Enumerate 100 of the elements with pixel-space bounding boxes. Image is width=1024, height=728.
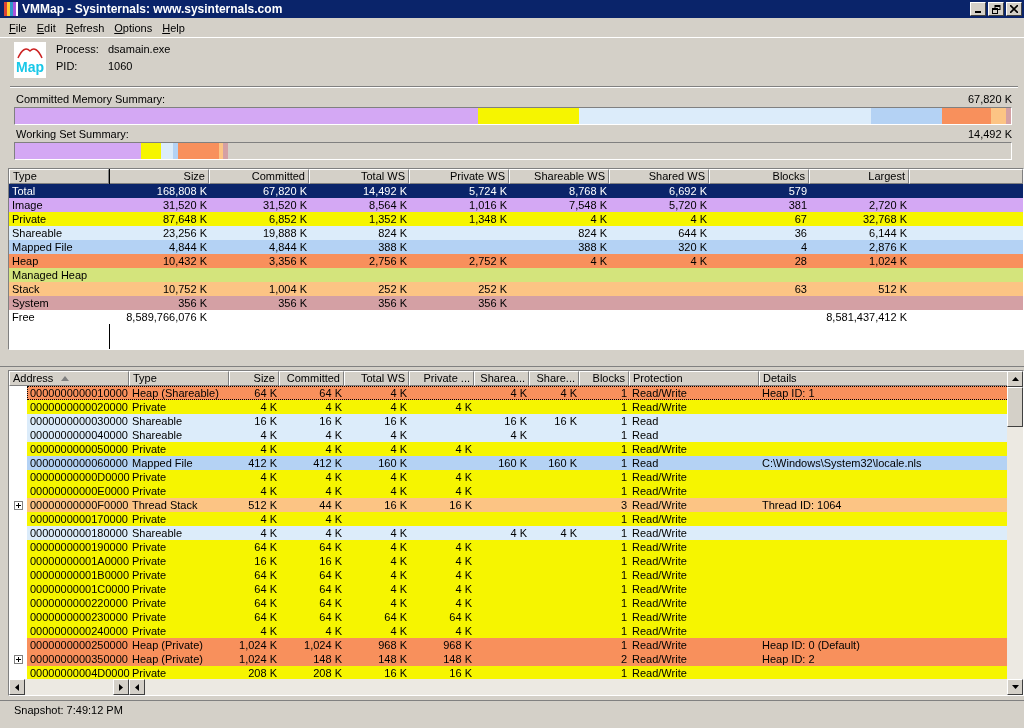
expand-icon[interactable] xyxy=(13,500,23,510)
table-row[interactable]: 00000000000F0000 Thread Stack 512 K 44 K 16 K 16 K 3 Read/Write Thread ID: 1064 xyxy=(27,498,1007,512)
table-cell-text: 4 K xyxy=(454,624,473,638)
column-header[interactable]: Shareable WS xyxy=(509,169,609,184)
column-header[interactable]: Details xyxy=(759,371,1007,386)
table-cell-text: 8,589,766,076 K xyxy=(125,310,208,324)
scroll-down-icon[interactable] xyxy=(1011,685,1019,689)
table-cell-text: 10,432 K xyxy=(161,254,208,268)
table-cell-text: 4 K xyxy=(454,484,473,498)
menu-item[interactable]: Edit xyxy=(31,21,61,34)
table-cell-text: 4 K xyxy=(454,442,473,456)
column-header[interactable]: Private ... xyxy=(409,371,474,386)
scroll-thumb[interactable] xyxy=(1007,387,1023,427)
column-header[interactable]: Blocks xyxy=(709,169,809,184)
table-row[interactable]: Managed Heap xyxy=(9,268,1023,282)
column-header[interactable]: Total WS xyxy=(344,371,409,386)
minimize-button[interactable] xyxy=(970,2,986,16)
expand-icon[interactable] xyxy=(13,654,23,664)
table-cell-text: Image xyxy=(11,198,44,212)
scroll-bar[interactable] xyxy=(9,679,129,695)
column-header[interactable]: Blocks xyxy=(579,371,629,386)
table-row[interactable]: 0000000000190000 Private 64 K 64 K 4 K 4 K 1 Read/Write xyxy=(27,540,1007,554)
column-header[interactable]: Sharea... xyxy=(474,371,529,386)
table-cell-text: 00000000004D0000 xyxy=(29,666,129,679)
table-cell-text: Heap xyxy=(11,254,40,268)
table-cell-text: 2 xyxy=(619,652,628,666)
column-header[interactable]: Protection xyxy=(629,371,759,386)
table-row[interactable]: Mapped File 4,844 K 4,844 K 388 K 388 K 320 K 4 2,876 K xyxy=(9,240,1023,254)
scroll-up-icon[interactable] xyxy=(1011,377,1019,381)
scroll-bar[interactable] xyxy=(129,679,1007,695)
table-row[interactable]: 0000000000230000 Private 64 K 64 K 64 K 64 K 1 Read/Write xyxy=(27,610,1007,624)
table-row[interactable]: System 356 K 356 K 356 K 356 K xyxy=(9,296,1023,310)
table-row[interactable]: Heap 10,432 K 3,356 K 2,756 K 2,752 K 4 K 4 K 28 1,024 K xyxy=(9,254,1023,268)
table-cell-text: 1 xyxy=(619,638,628,652)
column-header[interactable]: Share... xyxy=(529,371,579,386)
table-cell-text: 168,808 K xyxy=(155,184,208,198)
table-row[interactable]: Total 168,808 K 67,820 K 14,492 K 5,724 K 8,768 K 6,692 K 579 xyxy=(9,184,1023,198)
table-row[interactable]: 0000000000010000 Heap (Shareable) 64 K 64 K 4 K 4 K 4 K 1 Read/Write Heap ID: 1 xyxy=(27,386,1007,400)
table-cell-text: 968 K xyxy=(377,638,408,652)
table-row[interactable]: 0000000000250000 Heap (Private) 1,024 K 1,024 K 968 K 968 K 1 Read/Write Heap ID: 0 (Default) xyxy=(27,638,1007,652)
table-cell-text: 1 xyxy=(619,470,628,484)
table-row[interactable]: 00000000000E0000 Private 4 K 4 K 4 K 4 K 1 Read/Write xyxy=(27,484,1007,498)
table-cell-text: 4 K xyxy=(324,428,343,442)
table-cell-text: Read/Write xyxy=(631,484,688,498)
table-row[interactable]: Shareable 23,256 K 19,888 K 824 K 824 K 644 K 36 6,144 K xyxy=(9,226,1023,240)
table-row[interactable]: 0000000000350000 Heap (Private) 1,024 K 148 K 148 K 148 K 2 Read/Write Heap ID: 2 xyxy=(27,652,1007,666)
column-header[interactable]: Largest xyxy=(809,169,909,184)
window-title: VMMap - Sysinternals: www.sysinternals.com xyxy=(22,2,284,16)
column-header[interactable]: Shared WS xyxy=(609,169,709,184)
column-header[interactable]: Committed xyxy=(279,371,344,386)
table-cell-text: 14,492 K xyxy=(361,184,408,198)
table-cell-text: 64 K xyxy=(253,610,278,624)
table-row[interactable]: 0000000000030000 Shareable 16 K 16 K 16 K 16 K 16 K 1 Read xyxy=(27,414,1007,428)
table-cell-text: Read/Write xyxy=(631,568,688,582)
table-cell-text: Heap (Shareable) xyxy=(131,386,220,400)
table-row[interactable]: 0000000000170000 Private 4 K 4 K 1 Read/Write xyxy=(27,512,1007,526)
table-cell-text: 4 K xyxy=(389,540,408,554)
summary-total: 14,492 K xyxy=(967,128,1012,140)
scroll-left-icon[interactable] xyxy=(135,683,139,691)
table-row[interactable]: 0000000000220000 Private 64 K 64 K 4 K 4 K 1 Read/Write xyxy=(27,596,1007,610)
table-cell-text: 356 K xyxy=(477,296,508,310)
table-cell-text: 0000000000350000 xyxy=(29,652,129,666)
column-header[interactable]: Type xyxy=(9,169,109,184)
table-cell-text: 1 xyxy=(619,582,628,596)
scroll-left-icon[interactable] xyxy=(15,683,19,691)
table-row[interactable]: 0000000000240000 Private 4 K 4 K 4 K 4 K 1 Read/Write xyxy=(27,624,1007,638)
column-header[interactable]: Type xyxy=(129,371,229,386)
scroll-bar[interactable] xyxy=(1007,371,1023,695)
column-header[interactable]: Address xyxy=(9,371,129,386)
table-row[interactable]: 0000000000180000 Shareable 4 K 4 K 4 K 4 K 4 K 1 Read/Write xyxy=(27,526,1007,540)
table-cell-text: Mapped File xyxy=(131,456,194,470)
table-cell-text: 8,768 K xyxy=(568,184,608,198)
table-row[interactable]: 00000000001C0000 Private 64 K 64 K 4 K 4 K 1 Read/Write xyxy=(27,582,1007,596)
column-header[interactable]: Committed xyxy=(209,169,309,184)
column-header[interactable]: Size xyxy=(229,371,279,386)
table-row[interactable]: Image 31,520 K 31,520 K 8,564 K 1,016 K 7,548 K 5,720 K 381 2,720 K xyxy=(9,198,1023,212)
table-row[interactable]: 0000000000050000 Private 4 K 4 K 4 K 4 K 1 Read/Write xyxy=(27,442,1007,456)
column-header[interactable]: Total WS xyxy=(309,169,409,184)
scroll-right-icon[interactable] xyxy=(119,683,123,691)
menu-item[interactable]: Refresh xyxy=(60,21,110,34)
table-row[interactable]: 00000000001A0000 Private 16 K 16 K 4 K 4 K 1 Read/Write xyxy=(27,554,1007,568)
table-row[interactable]: 00000000000D0000 Private 4 K 4 K 4 K 4 K 1 Read/Write xyxy=(27,470,1007,484)
table-cell-text: Private xyxy=(131,512,168,526)
menu-item[interactable]: Help xyxy=(157,21,190,34)
table-row[interactable]: Stack 10,752 K 1,004 K 252 K 252 K 63 512 K xyxy=(9,282,1023,296)
close-button[interactable] xyxy=(1006,2,1022,16)
menu-item[interactable]: File xyxy=(4,21,32,34)
table-row[interactable]: 00000000004D0000 Private 208 K 208 K 16 K 16 K 1 Read/Write xyxy=(27,666,1007,679)
table-row[interactable]: 0000000000040000 Shareable 4 K 4 K 4 K 4 K 1 Read xyxy=(27,428,1007,442)
table-row[interactable]: 0000000000020000 Private 4 K 4 K 4 K 4 K 1 Read/Write xyxy=(27,400,1007,414)
table-row[interactable]: Private 87,648 K 6,852 K 1,352 K 1,348 K 4 K 4 K 67 32,768 K xyxy=(9,212,1023,226)
table-cell-text: 1 xyxy=(619,624,628,638)
table-cell-text: 64 K xyxy=(253,596,278,610)
table-cell-text: 00000000001B0000 xyxy=(29,568,129,582)
column-header[interactable]: Size xyxy=(109,169,209,184)
table-row[interactable]: 0000000000060000 Mapped File 412 K 412 K 160 K 160 K 160 K 1 Read C:\Windows\System32\locale.nls xyxy=(27,456,1007,470)
column-header[interactable]: Private WS xyxy=(409,169,509,184)
restore-button[interactable] xyxy=(988,2,1004,16)
table-row[interactable]: 00000000001B0000 Private 64 K 64 K 4 K 4 K 1 Read/Write xyxy=(27,568,1007,582)
menu-item[interactable]: Options xyxy=(109,21,158,34)
